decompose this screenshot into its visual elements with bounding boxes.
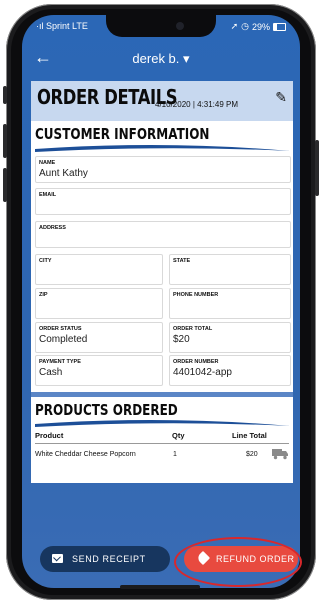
zip-label: ZIP <box>39 292 48 298</box>
order-number-field: ORDER NUMBER 4401042-app <box>169 355 291 386</box>
products-swoosh <box>35 419 290 427</box>
state-field[interactable]: STATE <box>169 254 291 285</box>
camera-icon <box>176 22 184 30</box>
order-status-field: ORDER STATUS Completed <box>35 322 163 353</box>
phone-field[interactable]: PHONE NUMBER <box>169 288 291 319</box>
email-field[interactable]: EMAIL <box>35 188 291 215</box>
payment-type-value: Cash <box>39 367 63 378</box>
email-label: EMAIL <box>39 192 57 198</box>
name-label: NAME <box>39 160 56 166</box>
col-qty: Qty <box>172 431 185 440</box>
col-product: Product <box>35 431 64 440</box>
volume-up-button <box>3 124 7 158</box>
home-indicator <box>120 585 200 589</box>
payment-type-field: PAYMENT TYPE Cash <box>35 355 163 386</box>
zip-field[interactable]: ZIP <box>35 288 163 319</box>
power-button <box>315 140 319 196</box>
state-label: STATE <box>173 258 191 264</box>
edit-pencil-icon[interactable]: ✎ <box>275 89 287 106</box>
order-details-header: ORDER DETAILS 4/10/2020 | 4:31:49 PM ✎ <box>31 81 293 121</box>
volume-down-button <box>3 168 7 202</box>
notch <box>106 15 216 37</box>
order-total-label: ORDER TOTAL <box>173 326 213 332</box>
payment-type-label: PAYMENT TYPE <box>39 359 81 365</box>
highlight-circle <box>174 537 302 587</box>
order-number-value: 4401042-app <box>173 367 232 378</box>
table-header-rule <box>35 443 289 444</box>
mute-switch <box>3 86 7 104</box>
delivery-truck-icon <box>272 449 288 460</box>
col-line-total: Line Total <box>232 431 267 440</box>
name-value: Aunt Kathy <box>39 168 88 179</box>
product-name: White Cheddar Cheese Popcorn <box>35 451 136 458</box>
send-receipt-button[interactable]: SEND RECEIPT <box>40 546 170 572</box>
address-label: ADDRESS <box>39 225 66 231</box>
city-label: CITY <box>39 258 52 264</box>
order-total-value: $20 <box>173 334 190 345</box>
order-status-value: Completed <box>39 334 88 345</box>
customer-swoosh <box>35 144 290 152</box>
envelope-icon <box>52 554 63 563</box>
customer-section-title: CUSTOMER INFORMATION <box>35 125 210 143</box>
send-receipt-label: SEND RECEIPT <box>72 554 146 564</box>
name-field[interactable]: NAME Aunt Kathy <box>35 156 291 183</box>
order-total-field: ORDER TOTAL $20 <box>169 322 291 353</box>
product-line-total: $20 <box>246 451 258 458</box>
order-number-label: ORDER NUMBER <box>173 359 219 365</box>
address-field[interactable]: ADDRESS <box>35 221 291 248</box>
product-qty: 1 <box>173 451 177 458</box>
city-field[interactable]: CITY <box>35 254 163 285</box>
phone-label: PHONE NUMBER <box>173 292 219 298</box>
order-status-label: ORDER STATUS <box>39 326 82 332</box>
order-datetime: 4/10/2020 | 4:31:49 PM <box>155 100 239 109</box>
